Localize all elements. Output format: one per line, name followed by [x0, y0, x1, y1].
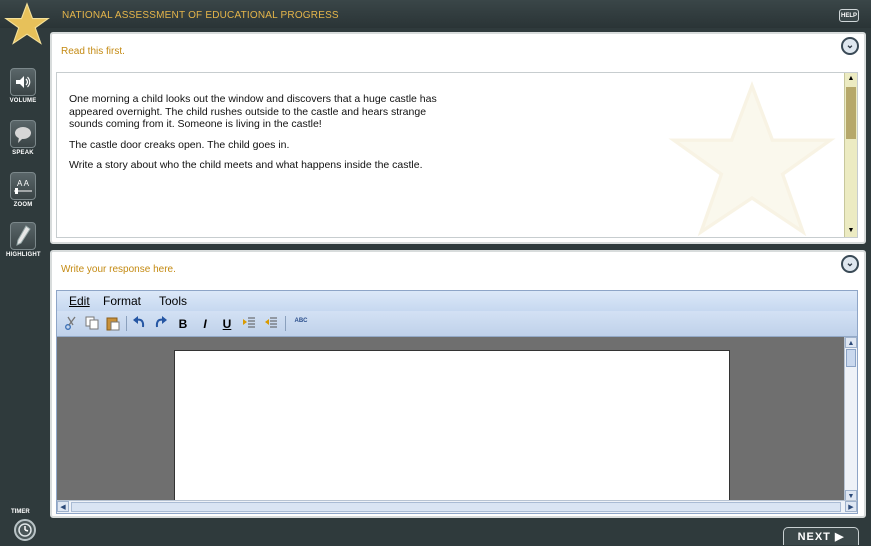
help-button[interactable]: HELP: [839, 9, 859, 22]
response-panel: Write your response here. ⌄ Edit Format …: [50, 250, 866, 518]
document-area: [57, 337, 845, 501]
scroll-up-icon[interactable]: ▲: [845, 73, 857, 85]
speak-icon: [10, 120, 36, 148]
underline-button[interactable]: U: [219, 316, 235, 332]
editor-horizontal-scrollbar[interactable]: ◀ ▶: [57, 500, 857, 513]
zoom-letters: A A: [16, 178, 29, 188]
paste-icon[interactable]: [105, 316, 121, 332]
response-heading: Write your response here.: [61, 264, 176, 275]
highlight-pen-icon: [10, 222, 36, 250]
italic-button[interactable]: I: [197, 316, 213, 332]
collapse-prompt-button[interactable]: ⌄: [841, 37, 859, 55]
cut-icon[interactable]: [63, 316, 79, 332]
outdent-icon[interactable]: [263, 316, 279, 332]
menu-edit[interactable]: Edit: [69, 294, 90, 308]
zoom-icon: A A: [10, 172, 36, 200]
highlight-label: HIGHLIGHT: [6, 252, 41, 258]
reading-passage: One morning a child looks out the window…: [56, 72, 858, 238]
volume-label: VOLUME: [9, 98, 37, 104]
volume-tool[interactable]: VOLUME: [6, 68, 40, 104]
reading-text: One morning a child looks out the window…: [69, 93, 439, 180]
zoom-label: ZOOM: [13, 202, 33, 208]
prompt-panel: Read this first. ⌄ One morning a child l…: [50, 32, 866, 244]
spellcheck-label: ABC: [294, 318, 308, 324]
speak-tool[interactable]: SPEAK: [6, 120, 40, 156]
timer-label: TIMER: [11, 509, 30, 515]
editor-scroll-thumb[interactable]: [846, 349, 856, 367]
copy-icon[interactable]: [84, 316, 100, 332]
scroll-left-icon[interactable]: ◀: [57, 501, 69, 512]
prompt-paragraph: Write a story about who the child meets …: [69, 159, 423, 171]
highlight-tool[interactable]: HIGHLIGHT: [6, 222, 41, 258]
chevron-down-icon: ⌄: [845, 258, 855, 269]
collapse-response-button[interactable]: ⌄: [841, 255, 859, 273]
tool-column: VOLUME SPEAK A A ZOOM HIGHLIGHT: [0, 28, 46, 544]
prompt-heading: Read this first.: [61, 46, 125, 57]
editor-toolbar: B I U ABC: [57, 311, 857, 337]
scroll-up-icon[interactable]: ▲: [845, 337, 857, 348]
response-editor: Edit Format Tools B I U ABC ▲ ▼ ◀ ▶: [56, 290, 858, 514]
prompt-scroll-thumb[interactable]: [846, 87, 856, 139]
timer-icon[interactable]: [14, 519, 36, 541]
redo-icon[interactable]: [153, 316, 169, 332]
background-star-icon: [668, 80, 836, 237]
top-bar: NATIONAL ASSESSMENT OF EDUCATIONAL PROGR…: [0, 0, 871, 28]
prompt-paragraph: One morning a child looks out the window…: [69, 93, 437, 130]
bold-button[interactable]: B: [175, 316, 191, 332]
chevron-down-icon: ⌄: [845, 40, 855, 51]
editor-vertical-scrollbar[interactable]: ▲ ▼: [844, 337, 857, 501]
editor-menubar: Edit Format Tools: [57, 291, 857, 311]
prompt-paragraph: The castle door creaks open. The child g…: [69, 138, 290, 151]
app-title: NATIONAL ASSESSMENT OF EDUCATIONAL PROGR…: [62, 10, 339, 21]
indent-icon[interactable]: [241, 316, 257, 332]
speak-label: SPEAK: [12, 150, 34, 156]
spellcheck-button[interactable]: ABC: [291, 316, 311, 332]
next-button[interactable]: NEXT ▶: [783, 527, 859, 545]
scroll-down-icon[interactable]: ▼: [845, 225, 857, 237]
scroll-right-icon[interactable]: ▶: [845, 501, 857, 512]
menu-tools[interactable]: Tools: [159, 294, 187, 308]
prompt-scrollbar[interactable]: ▲ ▼: [844, 73, 857, 237]
undo-icon[interactable]: [131, 316, 147, 332]
zoom-tool[interactable]: A A ZOOM: [6, 172, 40, 208]
volume-icon: [10, 68, 36, 96]
menu-format[interactable]: Format: [103, 294, 141, 308]
editor-hscroll-thumb[interactable]: [71, 502, 841, 512]
response-text-area[interactable]: [174, 350, 730, 501]
